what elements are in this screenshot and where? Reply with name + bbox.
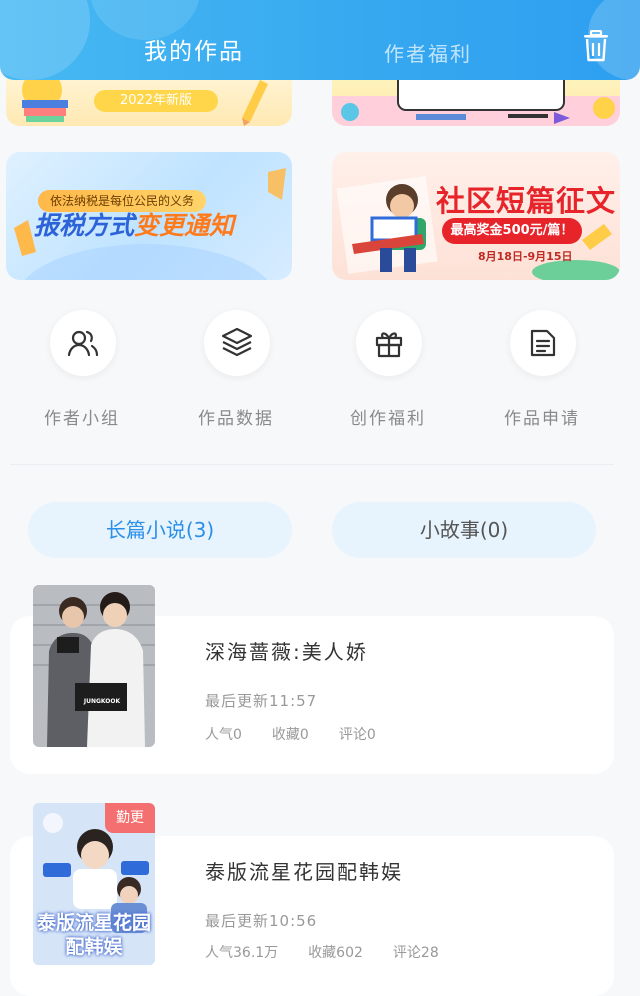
layers-icon [204, 310, 270, 376]
quick-label: 作品申请 [504, 409, 580, 429]
work-title: 泰版流星花园配韩娱 [205, 860, 403, 884]
section-divider [10, 464, 614, 465]
banner-contest-date: 8月18日-9月15日 [478, 250, 573, 263]
work-title: 深海蔷薇:美人娇 [205, 640, 368, 664]
banner-title-part1: 报税方式 [34, 211, 135, 240]
work-popularity: 人气0 [205, 727, 242, 743]
quick-label: 作品数据 [198, 409, 274, 429]
tab-short-stories[interactable]: 小故事(0) [332, 502, 596, 558]
cover-title-text: 泰版流星花园配韩娱 [37, 912, 152, 958]
banner-title-part2: 变更通知 [134, 211, 235, 240]
quick-label: 创作福利 [350, 409, 426, 429]
tab-my-works[interactable]: 我的作品 [144, 32, 244, 66]
work-updated: 最后更新11:57 [205, 692, 318, 710]
tab-long-novels[interactable]: 长篇小说(3) [28, 502, 292, 558]
cover-caption: JUNGKOOK [83, 698, 121, 705]
work-updated: 最后更新10:56 [205, 912, 318, 930]
quick-label: 作者小组 [44, 409, 120, 429]
top-header: 我的作品 作者福利 [0, 0, 640, 80]
quick-works-data[interactable]: 作品数据 [166, 310, 306, 429]
work-favorites: 收藏602 [308, 945, 363, 961]
banner-tag: 2022年新版 [94, 90, 218, 112]
gift-icon [356, 310, 422, 376]
work-stats: 人气0 收藏0 评论0 [205, 724, 406, 744]
work-comments: 评论28 [392, 945, 439, 961]
author-group-icon [50, 310, 116, 376]
banner-contest-title: 社区短篇征文 [436, 184, 617, 218]
banner-title: 报税方式变更通知 [34, 206, 234, 242]
document-icon [510, 310, 576, 376]
tab-author-benefits[interactable]: 作者福利 [384, 38, 472, 67]
quick-works-apply[interactable]: 作品申请 [472, 310, 612, 429]
quick-author-group[interactable]: 作者小组 [12, 310, 152, 429]
trash-icon[interactable] [582, 29, 610, 62]
work-favorites: 收藏0 [271, 727, 309, 743]
work-cover[interactable]: JUNGKOOK [33, 585, 155, 747]
work-popularity: 人气36.1万 [205, 945, 279, 961]
work-comments: 评论0 [338, 727, 376, 743]
frequent-update-badge: 勤更 [105, 803, 155, 833]
quick-creation-benefits[interactable]: 创作福利 [318, 310, 458, 429]
work-stats: 人气36.1万 收藏602 评论28 [205, 942, 469, 962]
banner-contest-prize: 最高奖金500元/篇！ [442, 218, 582, 244]
